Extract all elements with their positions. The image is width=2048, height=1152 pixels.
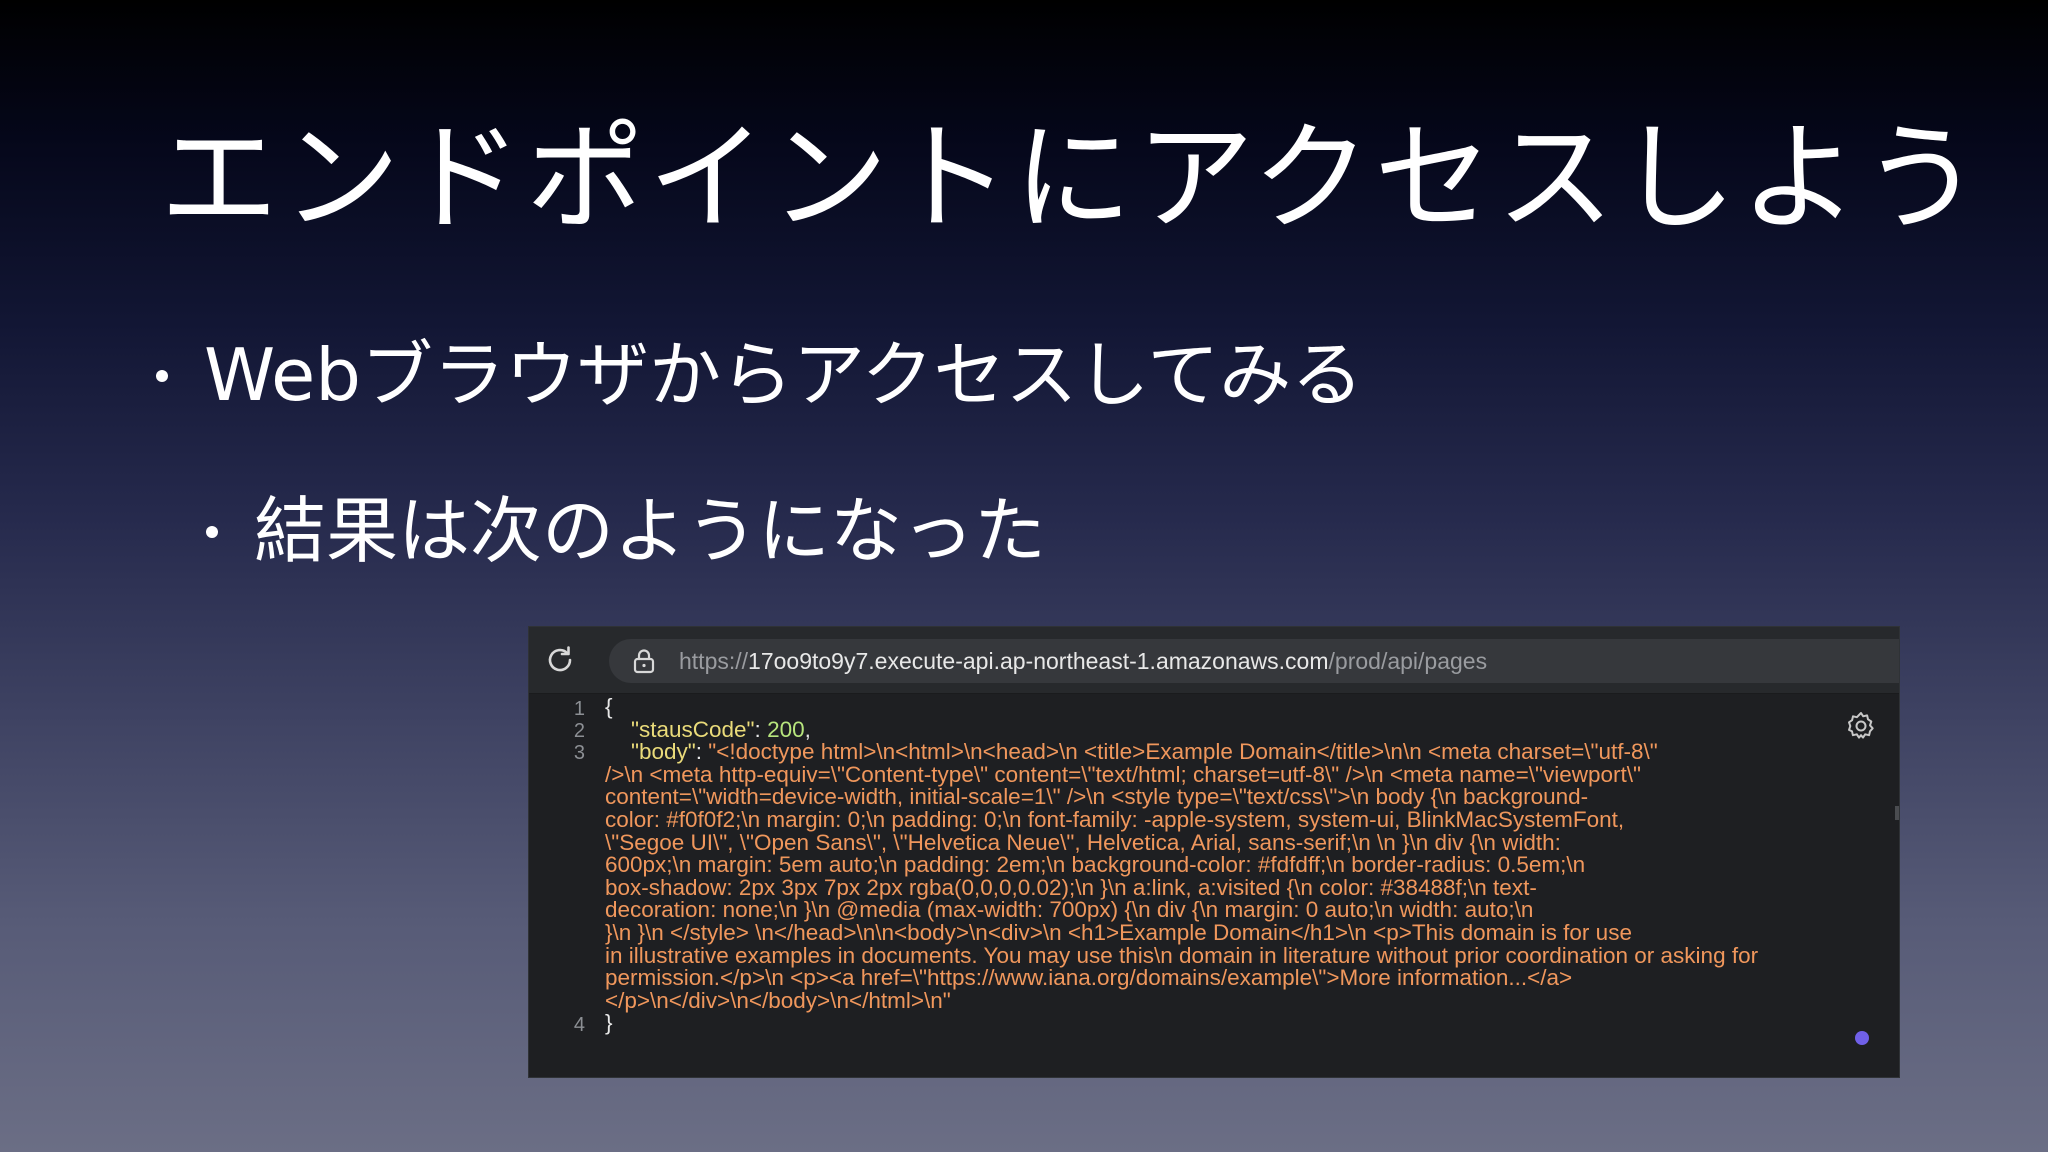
scrollbar[interactable] xyxy=(1895,806,1899,820)
bullet-text: 結果は次のようになった xyxy=(254,489,1047,573)
status-dot-icon xyxy=(1855,1031,1869,1045)
lock-icon[interactable] xyxy=(631,647,657,675)
json-body-text: \"Segoe UI\", \"Open Sans\", \"Helvetica… xyxy=(605,829,1561,855)
json-code: { "stausCode": 200, "body": "<!doctype h… xyxy=(605,694,1899,1036)
bullet-dot-icon xyxy=(156,370,168,383)
url-text[interactable]: https://17oo9to9y7.execute-api.ap-northe… xyxy=(679,639,1487,683)
json-key-body: "body" xyxy=(631,739,696,765)
json-body-text: box-shadow: 2px 3px 7px 2px rgba(0,0,0,0… xyxy=(605,874,1537,900)
json-body-text: color: #f0f0f2;\n margin: 0;\n padding: … xyxy=(605,806,1625,832)
url-scheme: https:// xyxy=(679,648,749,674)
json-close-brace: } xyxy=(605,1010,613,1036)
line-number-gutter: 1 2 3 4 xyxy=(529,694,591,1077)
browser-toolbar: https://17oo9to9y7.execute-api.ap-northe… xyxy=(529,627,1899,694)
json-line: "stausCode": 200, xyxy=(631,716,811,742)
browser-window: https://17oo9to9y7.execute-api.ap-northe… xyxy=(528,626,1900,1078)
json-body-text: </p>\n</div>\n</body>\n</html>\n" xyxy=(605,987,951,1013)
json-line: { xyxy=(605,694,1899,719)
json-value-status: 200 xyxy=(767,716,805,742)
json-body-text: "<!doctype html>\n<html>\n<head>\n <titl… xyxy=(708,739,1658,765)
line-number: 3 xyxy=(573,742,585,764)
json-body-block: "body": "<!doctype html>\n<html>\n<head>… xyxy=(605,739,1899,1013)
json-body-text: />\n <meta http-equiv=\"Content-type\" c… xyxy=(605,761,1641,787)
bullet-text: Webブラウザからアクセスしてみる xyxy=(204,333,1364,417)
gear-icon[interactable] xyxy=(1845,710,1877,742)
bullet-dot-icon xyxy=(206,526,218,539)
url-path: /prod/api/pages xyxy=(1328,648,1488,674)
json-line: } xyxy=(605,1010,1899,1036)
json-body-text: 600px;\n margin: 5em auto;\n padding: 2e… xyxy=(605,852,1586,878)
json-body-text: }\n }\n </style> \n</head>\n\n<body>\n<d… xyxy=(605,919,1632,945)
json-body-text: decoration: none;\n }\n @media (max-widt… xyxy=(605,897,1534,923)
line-number: 4 xyxy=(573,1014,585,1036)
address-bar[interactable]: https://17oo9to9y7.execute-api.ap-northe… xyxy=(609,639,1899,683)
json-key-status: "stausCode" xyxy=(631,716,755,742)
reload-icon[interactable] xyxy=(543,643,577,677)
slide-title: エンドポイントにアクセスしよう xyxy=(160,109,1985,247)
json-body-text: permission.</p>\n <p><a href=\"https://w… xyxy=(605,965,1573,991)
json-body-text: in illustrative examples in documents. Y… xyxy=(605,942,1759,968)
url-host: 17oo9to9y7.execute-api.ap-northeast-1.am… xyxy=(748,648,1329,674)
bullet-item: 結果は次のようになった xyxy=(206,486,1046,576)
json-line: "body": "<!doctype html>\n<html>\n<head>… xyxy=(631,739,1658,765)
json-body-text: content=\"width=device-width, initial-sc… xyxy=(605,784,1589,810)
line-number: 2 xyxy=(573,720,585,742)
bullet-item: Webブラウザからアクセスしてみる xyxy=(156,330,1363,420)
line-number: 1 xyxy=(573,698,585,720)
json-open-brace: { xyxy=(605,694,613,719)
json-viewer: 1 2 3 4 { "stausCode": 200, "body": "<!d… xyxy=(529,694,1899,1077)
